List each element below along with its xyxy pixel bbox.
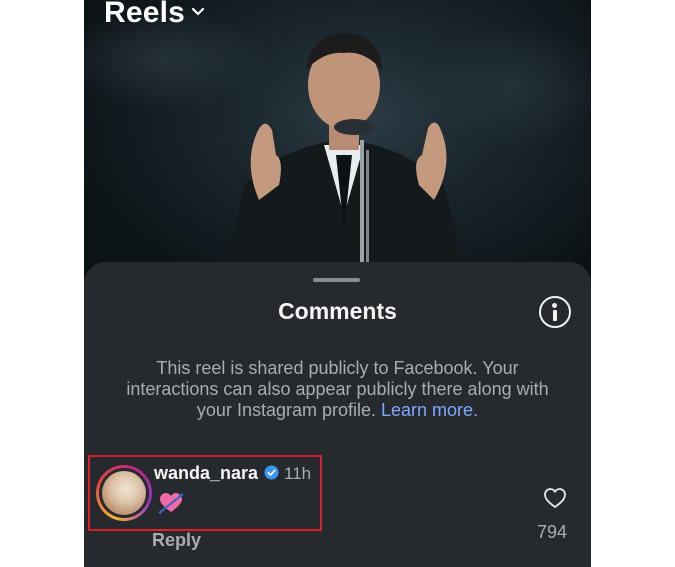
reply-button[interactable]: Reply (152, 530, 201, 551)
verified-badge-icon (264, 465, 279, 480)
avatar-story-ring[interactable] (96, 465, 152, 521)
drag-handle[interactable] (313, 278, 360, 282)
comment-username[interactable]: wanda_nara (154, 463, 258, 484)
comment-item-highlight: wanda_nara 11h (88, 455, 322, 531)
avatar (99, 468, 149, 518)
comments-sheet: Comments This reel is shared publicly to… (84, 262, 591, 567)
chevron-down-icon[interactable] (190, 4, 206, 20)
facebook-sharing-notice: This reel is shared publicly to Facebook… (114, 358, 561, 421)
reels-title[interactable]: Reels (104, 0, 185, 30)
heart-with-arrow-emoji-icon (158, 493, 184, 514)
comments-title: Comments (278, 298, 397, 324)
heart-icon[interactable] (543, 487, 567, 509)
performer-figure (224, 33, 469, 285)
like-count: 794 (537, 522, 568, 542)
learn-more-link[interactable]: Learn more. (381, 400, 478, 420)
info-icon[interactable] (539, 296, 571, 328)
comment-time: 11h (284, 464, 312, 483)
notice-text: This reel is shared publicly to Facebook… (126, 358, 549, 420)
reel-video[interactable]: Reels (84, 0, 591, 290)
avatar-image (102, 471, 146, 515)
phone-screen: Reels Comments This reel is shared publi… (84, 0, 591, 567)
